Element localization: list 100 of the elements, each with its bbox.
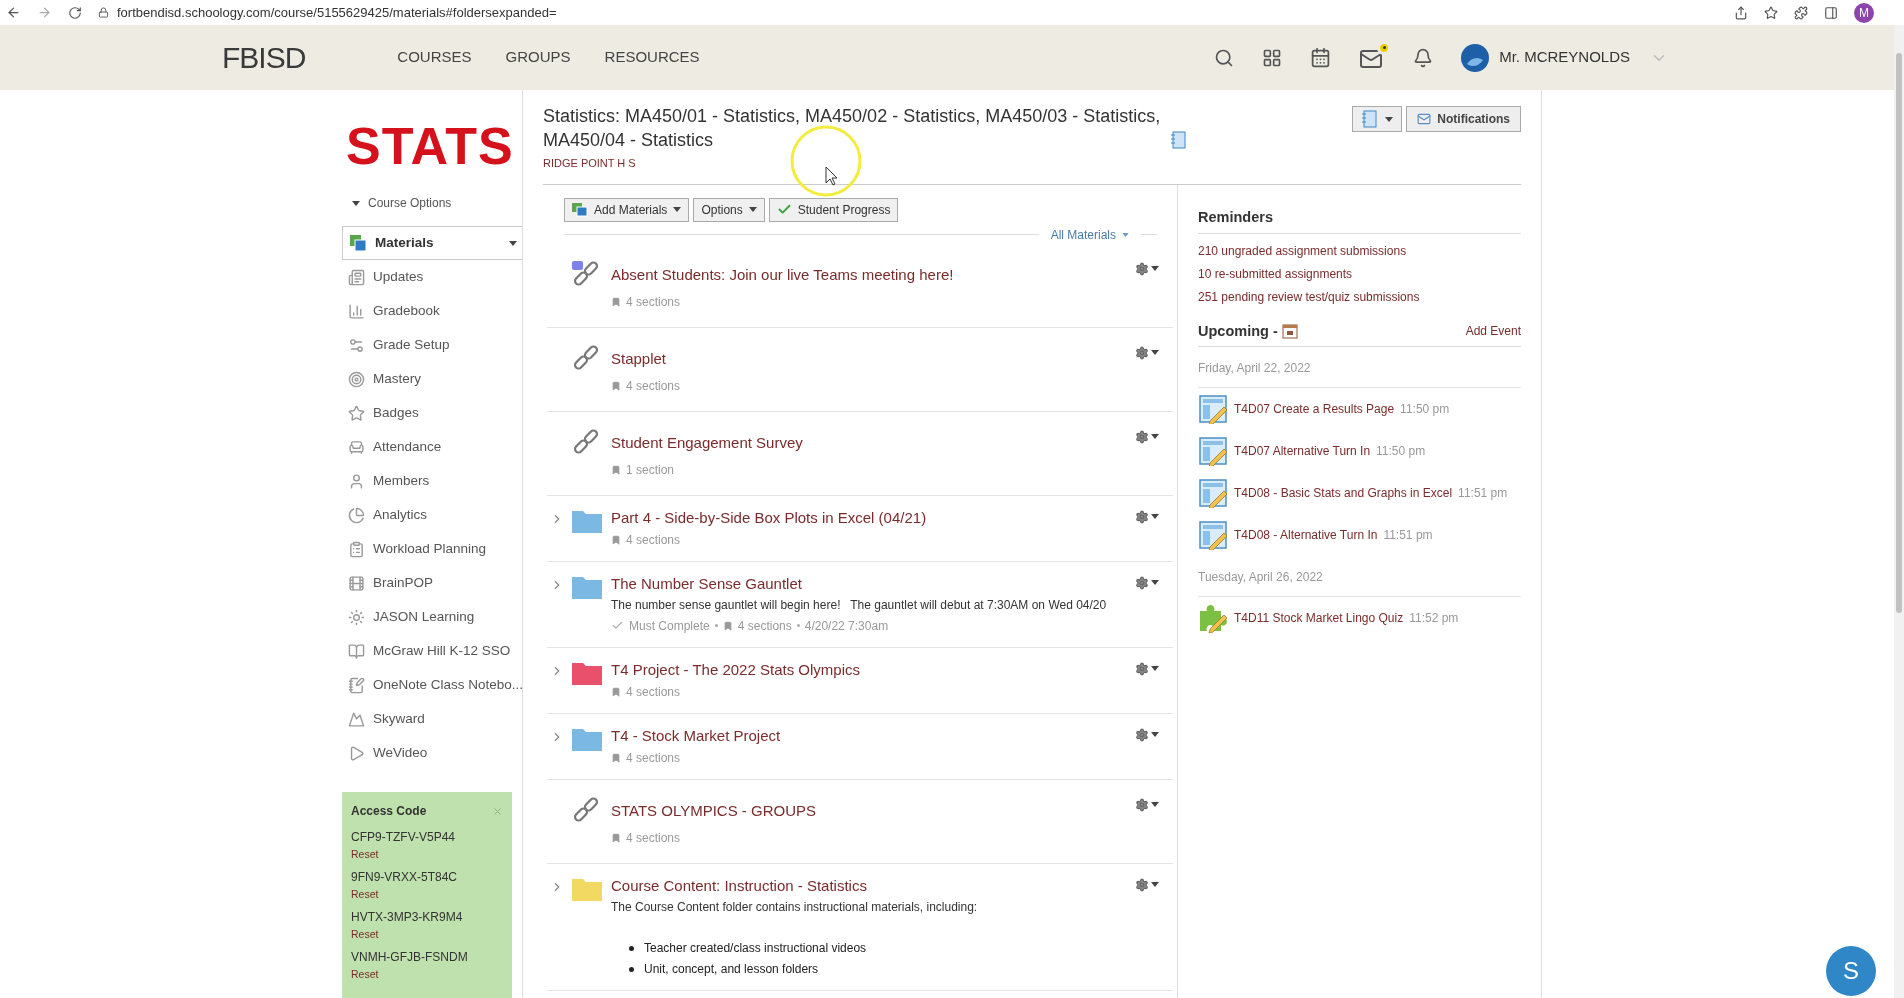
reset-link[interactable]: Reset [351,846,379,862]
notebook-icon [348,676,365,694]
toolbar-button[interactable]: Options [693,197,765,222]
sidebar-item[interactable]: Mastery [342,362,522,396]
sections-count: 4 sections [737,617,792,635]
caret-icon [1151,580,1159,585]
gear-menu-button[interactable] [1135,877,1159,892]
side-panel-icon[interactable] [1824,5,1838,20]
toolbar-button[interactable]: Add Materials [564,197,690,222]
must-complete-label: Must Complete [629,617,710,635]
caret-icon [673,207,682,212]
gear-menu-button[interactable] [1135,575,1159,590]
gear-menu-button[interactable] [1135,797,1159,812]
reload-icon[interactable] [68,5,82,20]
sidebar-item[interactable]: Attendance [342,430,522,464]
event-link[interactable]: T4D07 Create a Results Page 11:50 pm [1234,394,1450,419]
material-title-link[interactable]: T4 Project - The 2022 Stats Olympics [611,659,1135,680]
material-title-link[interactable]: Stapplet [611,343,1135,369]
section-heading: Upcoming - [1198,321,1278,341]
material-title-link[interactable]: Part 4 - Side-by-Side Box Plots in Excel (04/21) [611,507,1135,528]
course-options-link[interactable]: Course Options [368,194,452,212]
sidebar-item[interactable]: Grade Setup [342,328,522,362]
sidebar-item[interactable]: OneNote Class Notebo... [342,668,522,702]
nav-link[interactable]: COURSES [397,46,472,69]
toolbar-button[interactable]: Student Progress [768,197,899,222]
profile-avatar[interactable]: M [1854,2,1874,23]
extensions-icon[interactable] [1794,5,1808,20]
sliders-icon [348,336,365,354]
chat-button[interactable]: S [1826,946,1876,996]
calendar-icon[interactable] [1310,47,1332,68]
gear-menu-button[interactable] [1135,509,1159,524]
caret-icon [748,207,757,212]
puzzle-pencil-icon [1198,603,1230,634]
sidebar-item[interactable]: Analytics [342,498,522,532]
chair-icon [348,438,365,456]
material-title-link[interactable]: Absent Students: Join our live Teams meeting here! [611,259,1135,285]
reminder-link[interactable]: 10 re-submitted assignments [1198,262,1521,286]
dot-separator-icon [714,624,718,627]
material-title-link[interactable]: STATS OLYMPICS - GROUPS [611,795,1135,821]
address-bar[interactable]: fortbendisd.schoology.com/course/5155629425/materials#foldersexpanded= [117,2,557,23]
school-name: RIDGE POINT H S [543,156,637,171]
play-icon [348,744,365,762]
sidebar-item[interactable]: Updates [342,260,522,294]
gear-menu-button[interactable] [1135,727,1159,742]
gear-menu-button[interactable] [1135,345,1159,360]
sidebar-item[interactable]: Badges [342,396,522,430]
scrollbar[interactable] [1894,25,1904,998]
check-icon [611,619,624,632]
nav-link[interactable]: GROUPS [505,46,571,69]
grid-icon[interactable] [1262,47,1283,68]
material-title-link[interactable]: Course Content: Instruction - Statistics [611,875,1135,896]
caret-icon [1122,232,1129,237]
bullet-text: Unit, concept, and lesson folders [644,960,819,978]
sidebar-item[interactable]: WeVideo [342,736,522,770]
person-icon [348,472,365,490]
material-title-link[interactable]: Student Engagement Survey [611,427,1135,453]
sidebar-item[interactable]: BrainPOP [342,566,522,600]
caret-icon [1151,434,1159,439]
nav-link[interactable]: RESOURCES [604,46,700,69]
sidebar-item[interactable]: Gradebook [342,294,522,328]
sidebar-item[interactable]: JASON Learning [342,600,522,634]
gear-menu-button[interactable] [1135,429,1159,444]
event-link[interactable]: T4D08 - Alternative Turn In 11:51 pm [1234,520,1433,545]
sidebar-item[interactable]: Materials [342,226,523,260]
caret-icon [1151,350,1159,355]
user-name[interactable]: Mr. MCREYNOLDS [1499,46,1630,69]
event-link[interactable]: T4D08 - Basic Stats and Graphs in Excel 11:51 pm [1234,478,1508,503]
reset-link[interactable]: Reset [351,926,379,942]
search-icon[interactable] [1214,47,1235,68]
site-logo[interactable]: FBISD [222,35,306,80]
sections-count: 4 sections [626,749,681,767]
star-icon [348,404,365,422]
reminder-link[interactable]: 210 ungraded assignment submissions [1198,239,1521,263]
reminder-link[interactable]: 251 pending review test/quiz submissions [1198,285,1521,309]
sidebar-item[interactable]: McGraw Hill K-12 SSO [342,634,522,668]
avatar-icon[interactable] [1461,43,1490,72]
event-link[interactable]: T4D07 Alternative Turn In 11:50 pm [1234,436,1426,461]
newspaper-icon [348,268,365,286]
filter-dropdown[interactable]: All Materials [1038,225,1141,244]
reset-link[interactable]: Reset [351,966,379,982]
share-icon[interactable] [1734,5,1748,20]
event-link[interactable]: T4D11 Stock Market Lingo Quiz 11:52 pm [1234,603,1459,628]
reset-link[interactable]: Reset [351,886,379,902]
bookmark-star-icon[interactable] [1764,5,1778,20]
notifications-button[interactable]: Notifications [1406,106,1521,132]
add-event-link[interactable]: Add Event [1465,322,1521,341]
gear-menu-button[interactable] [1135,661,1159,676]
bell-icon[interactable] [1413,47,1434,68]
material-title-link[interactable]: The Number Sense Gauntlet [611,573,1135,594]
sidebar-item[interactable]: Skyward [342,702,522,736]
back-icon[interactable] [6,5,21,20]
gear-menu-button[interactable] [1135,261,1159,276]
calendar-icon[interactable] [1281,323,1298,340]
caret-icon [1151,882,1159,887]
material-title-link[interactable]: T4 - Stock Market Project [611,725,1135,746]
sidebar-item[interactable]: Members [342,464,522,498]
notebook-icon[interactable] [1170,131,1186,149]
sidebar-item[interactable]: Workload Planning [342,532,522,566]
bar-chart-icon [348,302,365,320]
document-pencil-icon [1198,436,1230,467]
